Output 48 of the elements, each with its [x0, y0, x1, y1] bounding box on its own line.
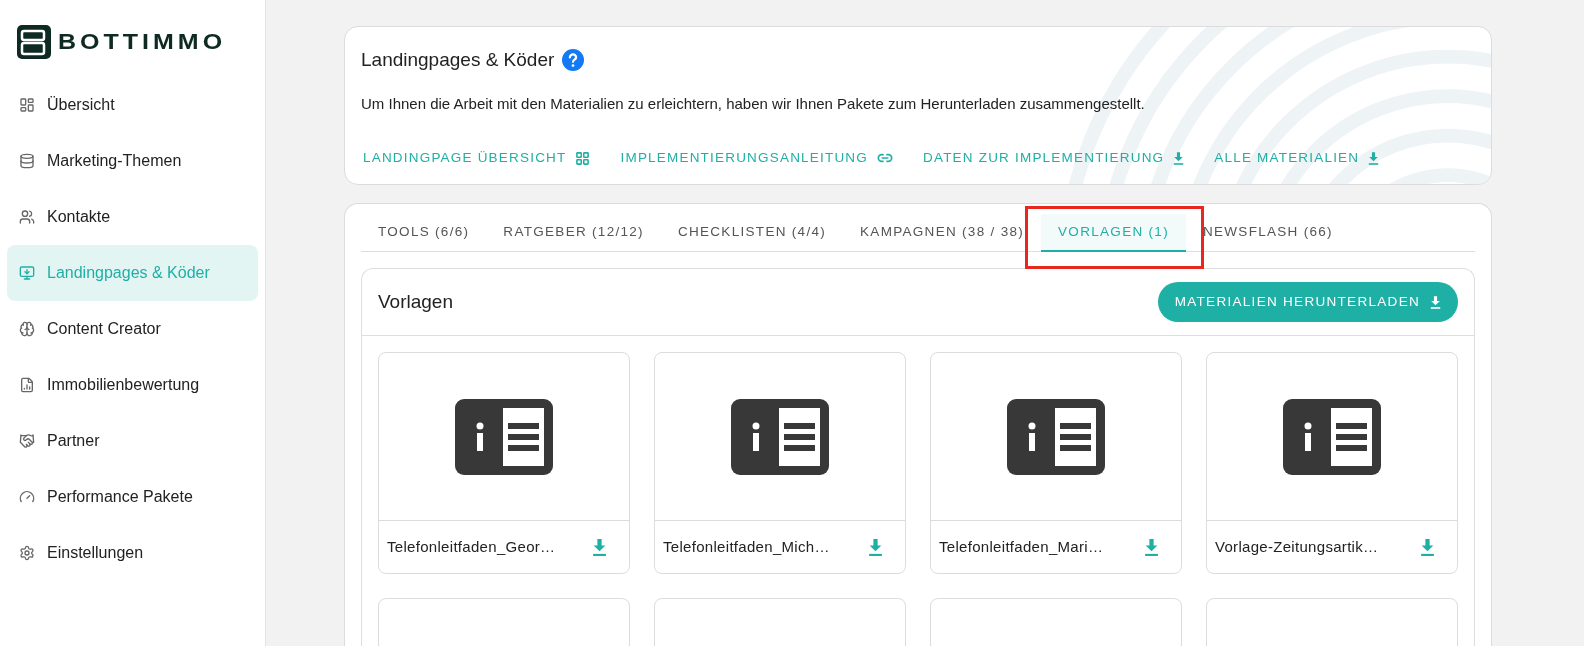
download-icon: [1420, 538, 1435, 556]
sidebar-item[interactable]: Kontakte: [7, 189, 258, 245]
download-icon: [868, 538, 883, 556]
template-card[interactable]: Vorlage-Zeitungsartik…: [1206, 352, 1458, 574]
chart-document-icon: [19, 377, 35, 393]
database-icon: [19, 153, 35, 169]
template-name: Vorlage-Zeitungsartik…: [1215, 536, 1379, 557]
sidebar-item[interactable]: Performance Pakete: [7, 469, 258, 525]
brain-icon: [19, 321, 35, 337]
sidebar-item[interactable]: Marketing-Themen: [7, 133, 258, 189]
tab[interactable]: KAMPAGNEN (38 / 38): [843, 214, 1042, 252]
page-description: Um Ihnen die Arbeit mit den Materialien zu erleichtern, haben wir Ihnen Pakete zum Herunterladen zusammengestellt.: [361, 93, 1146, 114]
download-icon: [1173, 151, 1185, 165]
tab[interactable]: CHECKLISTEN (4/4): [660, 214, 844, 252]
handshake-icon: [19, 433, 35, 449]
sidebar-item[interactable]: Einstellungen: [7, 525, 258, 581]
logo-text: BOTTIMMO: [58, 27, 227, 56]
tab[interactable]: TOOLS (6/6): [361, 214, 487, 252]
info-document-icon: [1283, 398, 1381, 475]
panel-title: Vorlagen: [378, 289, 453, 314]
download-icon: [1144, 538, 1159, 556]
info-document-icon: [731, 398, 829, 475]
page-title: Landingpages & Köder: [361, 48, 555, 72]
template-name: Telefonleitfaden_Mich…: [663, 536, 830, 557]
download-icon: [592, 538, 607, 556]
template-name: Telefonleitfaden_Geor…: [387, 536, 556, 557]
download-icon: [1368, 151, 1380, 165]
sidebar-item[interactable]: Immobilienbewertung: [7, 357, 258, 413]
tab[interactable]: NEWSFLASH (66): [1185, 214, 1350, 252]
template-card[interactable]: Telefonleitfaden_Mari…: [930, 352, 1182, 574]
tab[interactable]: RATGEBER (12/12): [486, 214, 661, 252]
download-icon: [1430, 295, 1441, 309]
settings-icon: [19, 545, 35, 561]
dashboard-icon: [19, 97, 35, 113]
sidebar-item[interactable]: Partner: [7, 413, 258, 469]
template-card[interactable]: Telefonleitfaden_Mich…: [654, 352, 906, 574]
sidebar-item[interactable]: Content Creator: [7, 301, 258, 357]
template-name: Telefonleitfaden_Mari…: [939, 536, 1104, 557]
sidebar-item[interactable]: Übersicht: [7, 77, 258, 133]
help-icon[interactable]: [562, 49, 585, 72]
monitor-icon: [19, 265, 35, 281]
gauge-icon: [19, 489, 35, 505]
grid-icon: [575, 150, 591, 166]
users-icon: [19, 209, 35, 225]
template-card[interactable]: Telefonleitfaden_Geor…: [378, 352, 630, 574]
info-document-icon: [1007, 398, 1105, 475]
info-document-icon: [455, 398, 553, 475]
logo-icon: [16, 24, 52, 60]
